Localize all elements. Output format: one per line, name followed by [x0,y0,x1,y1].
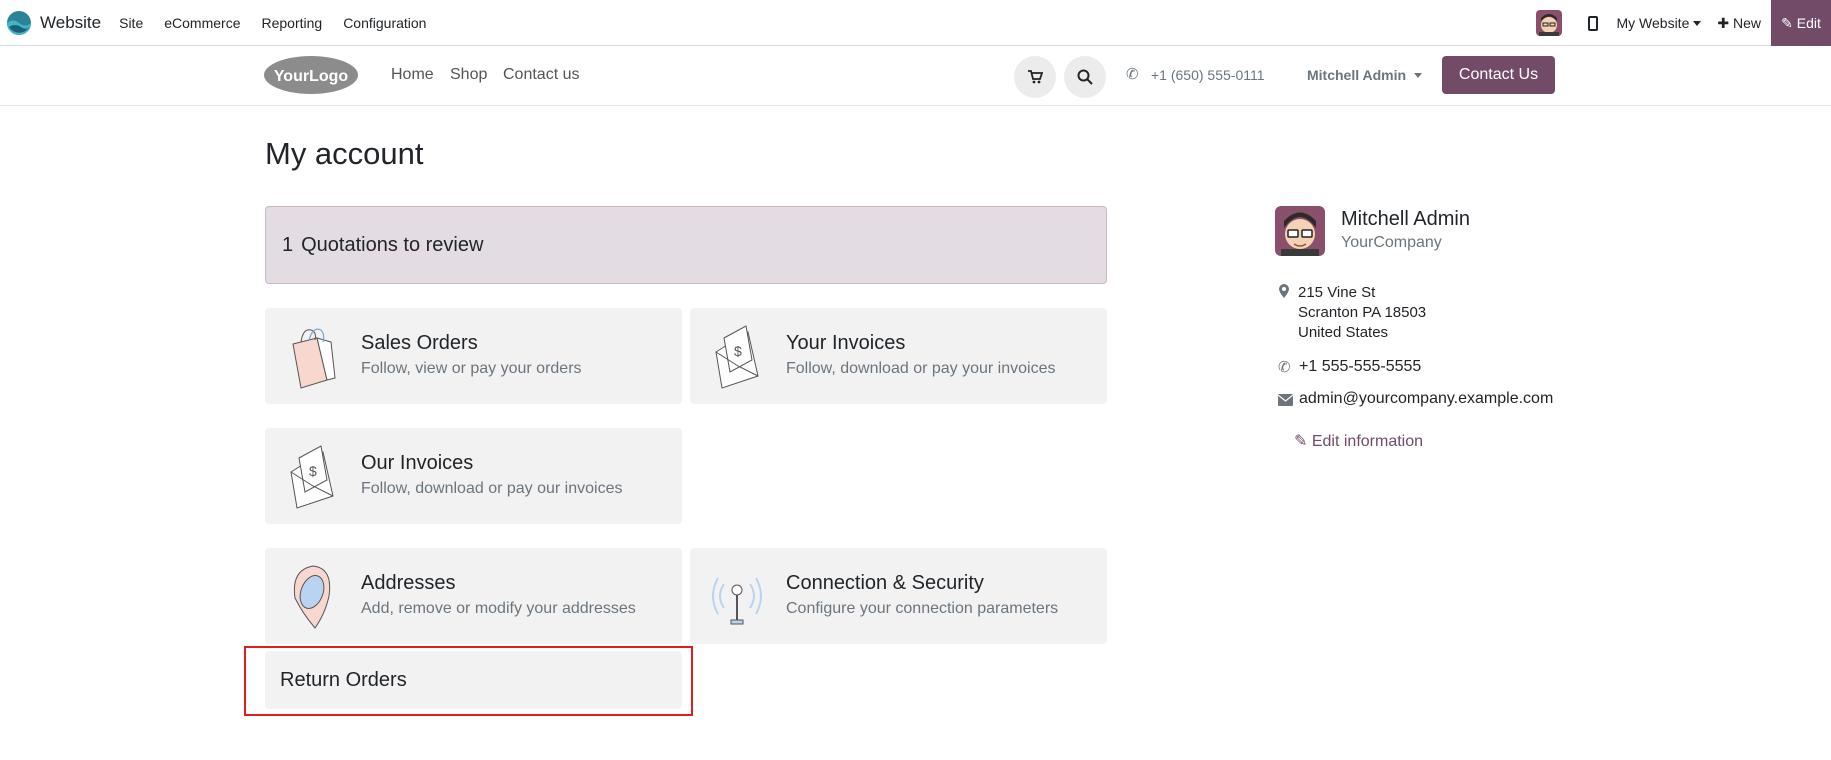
nav-shop[interactable]: Shop [450,66,487,84]
edit-button-label: Edit [1796,15,1821,31]
card-subtitle: Follow, view or pay your orders [361,360,582,377]
svg-text:$: $ [309,463,317,479]
shopping-bag-icon [292,328,336,389]
cart-button[interactable] [1014,56,1056,98]
antenna-icon [712,577,762,625]
website-header: YourLogo Home Shop Contact us ✆ +1 (650)… [0,46,1831,106]
card-title: Our Invoices [361,452,474,474]
menu-configuration[interactable]: Configuration [343,15,426,31]
user-dropdown[interactable]: Mitchell Admin [1307,67,1423,83]
edit-information-label: Edit information [1311,433,1424,450]
card-title: Addresses [361,572,456,594]
pencil-icon: ✎ [1781,14,1793,31]
edit-information-link[interactable]: ✎ Edit information [1294,431,1423,451]
svg-text:$: $ [734,343,742,359]
header-phone[interactable]: +1 (650) 555-0111 [1151,67,1265,83]
website-app-icon[interactable] [6,10,32,36]
card-addresses[interactable]: Addresses Add, remove or modify your add… [265,548,682,644]
menu-reporting[interactable]: Reporting [261,15,322,31]
chevron-down-icon [1693,20,1702,26]
map-marker-icon [1279,284,1289,301]
site-logo[interactable]: YourLogo [264,55,359,95]
website-selector-label: My Website [1616,15,1690,31]
user-avatar[interactable] [1536,10,1563,36]
card-subtitle: Follow, download or pay your invoices [786,360,1056,377]
address-line: Scranton PA 18503 [1298,304,1427,321]
menu-site[interactable]: Site [119,15,143,31]
menu-ecommerce[interactable]: eCommerce [164,15,240,31]
phone-icon: ✆ [1278,359,1291,376]
card-subtitle: Configure your connection parameters [786,600,1059,617]
pencil-icon: ✎ [1294,433,1308,450]
quotations-alert[interactable]: 1 Quotations to review [265,206,1107,284]
nav-home[interactable]: Home [391,66,434,84]
edit-button[interactable]: ✎ Edit [1771,0,1831,46]
logo-text: YourLogo [274,68,349,85]
new-button[interactable]: ✚ New [1717,15,1761,32]
invoice-envelope-icon: $ [715,325,759,389]
website-selector[interactable]: My Website [1616,15,1702,31]
highlight-box [244,646,693,716]
chevron-down-icon [1414,72,1423,78]
odoo-top-bar: Website Site eCommerce Reporting Configu… [0,0,1831,46]
user-dropdown-label: Mitchell Admin [1307,67,1407,83]
profile-company: YourCompany [1341,234,1442,251]
envelope-icon [1277,393,1294,411]
contact-us-button[interactable]: Contact Us [1442,56,1555,94]
invoice-envelope-icon: $ [290,445,334,509]
card-sales-orders[interactable]: Sales Orders Follow, view or pay your or… [265,308,682,404]
cart-icon [1028,70,1043,84]
card-title: Your Invoices [786,332,906,354]
map-pin-icon [293,565,331,629]
profile-phone: +1 555-555-5555 [1299,358,1422,375]
profile-address: 215 Vine St Scranton PA 18503 United Sta… [1298,283,1426,343]
new-button-label: New [1732,14,1761,31]
profile-avatar [1275,206,1325,256]
page-title: My account [265,136,424,171]
app-name[interactable]: Website [40,13,101,33]
search-button[interactable] [1064,56,1106,98]
nav-contact-us[interactable]: Contact us [503,66,579,84]
mobile-preview-icon[interactable] [1588,15,1599,31]
card-your-invoices[interactable]: $ Your Invoices Follow, download or pay … [690,308,1107,404]
card-subtitle: Add, remove or modify your addresses [361,600,636,617]
profile-email: admin@yourcompany.example.com [1299,390,1554,407]
plus-icon: ✚ [1717,14,1730,31]
card-our-invoices[interactable]: $ Our Invoices Follow, download or pay o… [265,428,682,524]
quotations-count: 1 [282,233,294,256]
search-icon [1077,69,1093,85]
address-line: 215 Vine St [1298,284,1376,301]
card-subtitle: Follow, download or pay our invoices [361,480,623,497]
card-connection-security[interactable]: Connection & Security Configure your con… [690,548,1107,644]
quotations-label: Quotations to review [301,233,484,256]
phone-icon: ✆ [1126,66,1139,83]
address-line: United States [1298,324,1389,341]
profile-name: Mitchell Admin [1341,208,1470,230]
card-title: Sales Orders [361,332,478,354]
card-title: Connection & Security [786,572,984,594]
